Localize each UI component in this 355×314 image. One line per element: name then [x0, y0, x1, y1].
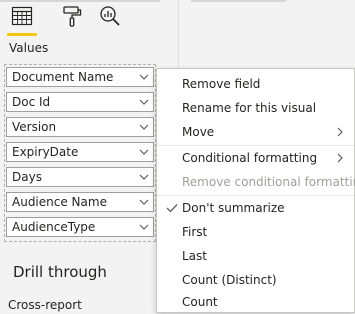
- menu-item-label: Move: [182, 125, 215, 139]
- top-divider: [0, 0, 160, 2]
- field-label: ExpiryDate: [12, 145, 79, 159]
- fields-tab[interactable]: [10, 4, 34, 28]
- chevron-right-icon: [337, 127, 343, 137]
- field-label: Version: [12, 120, 57, 134]
- menu-remove-field[interactable]: Remove field: [157, 72, 354, 96]
- checkmark-icon: [166, 204, 178, 213]
- magnifier-chart-icon: [100, 6, 120, 26]
- cross-report-label: Cross-report: [8, 298, 82, 312]
- menu-move[interactable]: Move: [157, 120, 354, 144]
- menu-item-label: First: [182, 225, 208, 239]
- menu-last[interactable]: Last: [157, 244, 354, 268]
- chevron-down-icon[interactable]: [138, 196, 150, 208]
- field-label: Document Name: [12, 70, 114, 84]
- field-document-name[interactable]: Document Name: [6, 67, 154, 87]
- menu-item-label: Rename for this visual: [182, 101, 317, 115]
- menu-remove-conditional-formatting: Remove conditional formatting: [157, 170, 355, 194]
- field-version[interactable]: Version: [6, 117, 154, 137]
- active-tab-indicator: [7, 33, 37, 36]
- menu-item-label: Remove field: [182, 77, 261, 91]
- field-expiry-date[interactable]: ExpiryDate: [6, 142, 154, 162]
- chevron-down-icon[interactable]: [138, 171, 150, 183]
- menu-item-label: Remove conditional formatting: [182, 175, 355, 189]
- field-label: Days: [12, 170, 42, 184]
- chevron-down-icon[interactable]: [138, 71, 150, 83]
- menu-item-label: Count: [182, 295, 218, 309]
- field-label: AudienceType: [12, 220, 96, 234]
- menu-dont-summarize[interactable]: Don't summarize: [157, 196, 354, 220]
- top-divider-right: [191, 0, 286, 2]
- menu-item-label: Last: [182, 249, 207, 263]
- paint-roller-icon: [63, 6, 82, 27]
- field-label: Audience Name: [12, 195, 107, 209]
- chevron-down-icon[interactable]: [138, 96, 150, 108]
- analytics-tab[interactable]: [98, 4, 122, 28]
- field-days[interactable]: Days: [6, 167, 154, 187]
- table-grid-icon: [11, 6, 33, 26]
- menu-item-label: Count (Distinct): [182, 273, 277, 287]
- values-label: Values: [9, 41, 49, 55]
- chevron-down-icon[interactable]: [138, 146, 150, 158]
- menu-conditional-formatting[interactable]: Conditional formatting: [157, 146, 354, 170]
- menu-rename-for-visual[interactable]: Rename for this visual: [157, 96, 354, 120]
- chevron-down-icon[interactable]: [138, 121, 150, 133]
- menu-count[interactable]: Count: [157, 290, 354, 314]
- format-tab[interactable]: [60, 4, 84, 28]
- menu-item-label: Don't summarize: [182, 201, 285, 215]
- chevron-right-icon: [337, 153, 343, 163]
- field-context-menu: Remove field Rename for this visual Move…: [156, 68, 355, 313]
- menu-first[interactable]: First: [157, 220, 354, 244]
- menu-item-label: Conditional formatting: [182, 151, 318, 165]
- field-doc-id[interactable]: Doc Id: [6, 92, 154, 112]
- chevron-down-icon[interactable]: [138, 221, 150, 233]
- visualizations-pane: Values Document Name Doc Id Version Expi…: [0, 0, 178, 313]
- menu-count-distinct[interactable]: Count (Distinct): [157, 268, 354, 292]
- field-audience-name[interactable]: Audience Name: [6, 192, 154, 212]
- drill-through-heading: Drill through: [13, 263, 107, 281]
- field-label: Doc Id: [12, 95, 51, 109]
- field-audience-type[interactable]: AudienceType: [6, 217, 154, 237]
